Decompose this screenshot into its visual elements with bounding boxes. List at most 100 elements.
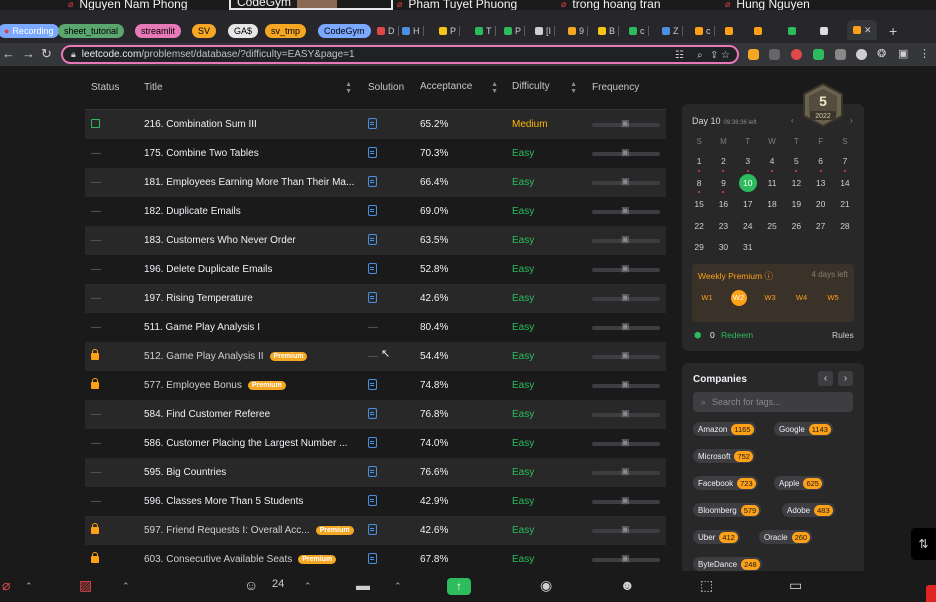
table-row[interactable]: — 183. Customers Who Never Order 63.5% Easy… bbox=[85, 226, 666, 255]
browser-tab[interactable] bbox=[820, 24, 831, 38]
extension-icon[interactable] bbox=[813, 49, 824, 60]
solution-icon[interactable] bbox=[368, 436, 377, 448]
calendar-day[interactable]: 27 bbox=[808, 217, 832, 239]
calendar-day[interactable]: 3 bbox=[736, 152, 760, 174]
solution-icon[interactable] bbox=[368, 523, 377, 535]
calendar-day[interactable]: 17 bbox=[736, 195, 760, 217]
solution-icon[interactable] bbox=[368, 233, 377, 245]
table-row[interactable]: 216. Combination Sum III 65.2% Medium ▣ bbox=[85, 110, 666, 139]
problem-title-link[interactable]: 183. Customers Who Never Order bbox=[144, 235, 296, 246]
company-tag[interactable]: Google 1143 bbox=[774, 422, 833, 436]
back-arrow-icon[interactable]: ← bbox=[2, 47, 15, 61]
chevron-up-icon[interactable]: ⌃ bbox=[25, 581, 33, 592]
problem-title-link[interactable]: 586. Customer Placing the Largest Number… bbox=[144, 438, 347, 449]
companies-next-button[interactable]: › bbox=[838, 371, 853, 386]
calendar-day[interactable]: 14 bbox=[833, 174, 857, 196]
problem-title-link[interactable]: 512. Game Play Analysis II bbox=[144, 351, 264, 362]
tag-search-input[interactable] bbox=[712, 397, 843, 407]
company-tag[interactable]: Adobe 483 bbox=[782, 503, 835, 517]
problem-title-link[interactable]: 197. Rising Temperature bbox=[144, 293, 253, 304]
week-chip[interactable]: W1 bbox=[699, 290, 715, 306]
sidepanel-icon[interactable]: ▣ bbox=[898, 47, 908, 61]
calendar-day[interactable]: 16 bbox=[711, 195, 735, 217]
problem-title-link[interactable]: 577. Employee Bonus bbox=[144, 380, 242, 391]
extension-icon[interactable] bbox=[791, 49, 802, 60]
extension-icon[interactable] bbox=[748, 49, 759, 60]
company-tag[interactable]: Facebook 723 bbox=[693, 476, 758, 490]
chat-icon[interactable]: ▬ bbox=[356, 577, 370, 593]
calendar-day[interactable]: 9 bbox=[711, 174, 735, 196]
mic-muted-icon[interactable]: ⌀ bbox=[2, 577, 10, 594]
company-tag[interactable]: Amazon 1165 bbox=[693, 422, 756, 436]
extension-icon[interactable] bbox=[769, 49, 780, 60]
problem-title-link[interactable]: 511. Game Play Analysis I bbox=[144, 322, 260, 333]
solution-icon[interactable] bbox=[368, 407, 377, 419]
calendar-day[interactable]: 2 bbox=[711, 152, 735, 174]
zoom-icon[interactable]: ⌕ bbox=[697, 50, 703, 61]
problem-title-link[interactable]: 196. Delete Duplicate Emails bbox=[144, 264, 272, 275]
sort-icon[interactable]: ▲ ▼ bbox=[345, 81, 352, 95]
company-tag[interactable]: Bloomberg 579 bbox=[693, 503, 762, 517]
calendar-day[interactable]: 29 bbox=[687, 238, 711, 260]
solution-icon[interactable] bbox=[368, 552, 377, 564]
reload-icon[interactable]: ↻ bbox=[41, 47, 52, 61]
problem-title-link[interactable]: 597. Friend Requests I: Overall Acc... bbox=[144, 525, 310, 536]
solution-icon[interactable] bbox=[368, 117, 377, 129]
participant-tile[interactable]: ⌀ Hung Nguyen bbox=[725, 0, 810, 10]
calendar-day[interactable]: 26 bbox=[784, 217, 808, 239]
company-tag[interactable]: Microsoft 752 bbox=[693, 449, 755, 463]
star-icon[interactable]: ☆ bbox=[721, 50, 730, 61]
calendar-day[interactable]: 5 bbox=[784, 152, 808, 174]
participants-icon[interactable]: ☺ bbox=[244, 577, 258, 593]
record-icon[interactable]: ◉ bbox=[540, 577, 552, 594]
calendar-day[interactable]: 8 bbox=[687, 174, 711, 196]
table-row[interactable]: 603. Consecutive Available Seats Premium 6… bbox=[85, 545, 666, 571]
solution-icon[interactable] bbox=[368, 175, 377, 187]
browser-tab[interactable] bbox=[725, 24, 736, 38]
browser-tab[interactable]: P bbox=[439, 24, 461, 38]
sort-icon[interactable]: ▲ ▼ bbox=[491, 81, 498, 95]
solution-icon[interactable] bbox=[368, 146, 377, 158]
browser-tab[interactable]: c bbox=[695, 24, 715, 38]
puzzle-icon[interactable]: ❂ bbox=[877, 47, 886, 61]
calendar-day[interactable]: 30 bbox=[711, 238, 735, 260]
problem-title-link[interactable]: 584. Find Customer Referee bbox=[144, 409, 270, 420]
calendar-day[interactable]: 4 bbox=[760, 152, 784, 174]
solution-icon[interactable] bbox=[368, 494, 377, 506]
participant-tile-active[interactable]: CodeGym bbox=[229, 0, 393, 10]
calendar-day[interactable]: 21 bbox=[833, 195, 857, 217]
chevron-up-icon[interactable]: ⌃ bbox=[122, 581, 130, 592]
share-screen-button[interactable]: ↑ bbox=[447, 578, 471, 595]
calendar-day[interactable]: 13 bbox=[808, 174, 832, 196]
company-tag[interactable]: ByteDance 248 bbox=[693, 557, 762, 571]
panel-toggle-button[interactable]: ⇅ bbox=[911, 528, 936, 560]
problem-title-link[interactable]: 182. Duplicate Emails bbox=[144, 206, 241, 217]
address-bar[interactable]: 🔒︎ leetcode.com/problemset/database/?dif… bbox=[61, 45, 739, 64]
browser-tab[interactable]: T bbox=[475, 24, 496, 38]
table-row[interactable]: — 586. Customer Placing the Largest Numbe… bbox=[85, 429, 666, 458]
active-browser-tab[interactable]: ✕ bbox=[847, 20, 877, 40]
calendar-day[interactable]: 24 bbox=[736, 217, 760, 239]
company-tag[interactable]: Apple 625 bbox=[774, 476, 824, 490]
browser-tab[interactable]: 9 bbox=[568, 24, 589, 38]
browser-tab[interactable] bbox=[788, 24, 799, 38]
solution-icon[interactable] bbox=[368, 291, 377, 303]
solution-icon[interactable] bbox=[368, 378, 377, 390]
calendar-day[interactable]: 25 bbox=[760, 217, 784, 239]
browser-tab[interactable] bbox=[754, 24, 765, 38]
table-row[interactable]: 512. Game Play Analysis II Premium — 54.4% E… bbox=[85, 342, 666, 371]
new-tab-button[interactable]: + bbox=[889, 23, 897, 39]
table-row[interactable]: — 175. Combine Two Tables 70.3% Easy ▣ bbox=[85, 139, 666, 168]
share-icon[interactable]: ⇪ bbox=[710, 50, 718, 61]
tag-search-box[interactable]: ⌕ bbox=[693, 392, 853, 412]
next-month-icon[interactable]: › bbox=[850, 116, 853, 125]
calendar-day[interactable]: 6 bbox=[808, 152, 832, 174]
sort-icon[interactable]: ▲ ▼ bbox=[570, 81, 577, 95]
table-row[interactable]: — 196. Delete Duplicate Emails 52.8% Easy ▣ bbox=[85, 255, 666, 284]
calendar-day[interactable]: 7 bbox=[833, 152, 857, 174]
tab-group[interactable]: CodeGym bbox=[318, 24, 371, 38]
participant-tile[interactable]: ⌀ trong hoang tran bbox=[561, 0, 661, 10]
calendar-day[interactable]: 23 bbox=[711, 217, 735, 239]
calendar-day[interactable]: 22 bbox=[687, 217, 711, 239]
problem-title-link[interactable]: 181. Employees Earning More Than Their M… bbox=[144, 177, 354, 188]
